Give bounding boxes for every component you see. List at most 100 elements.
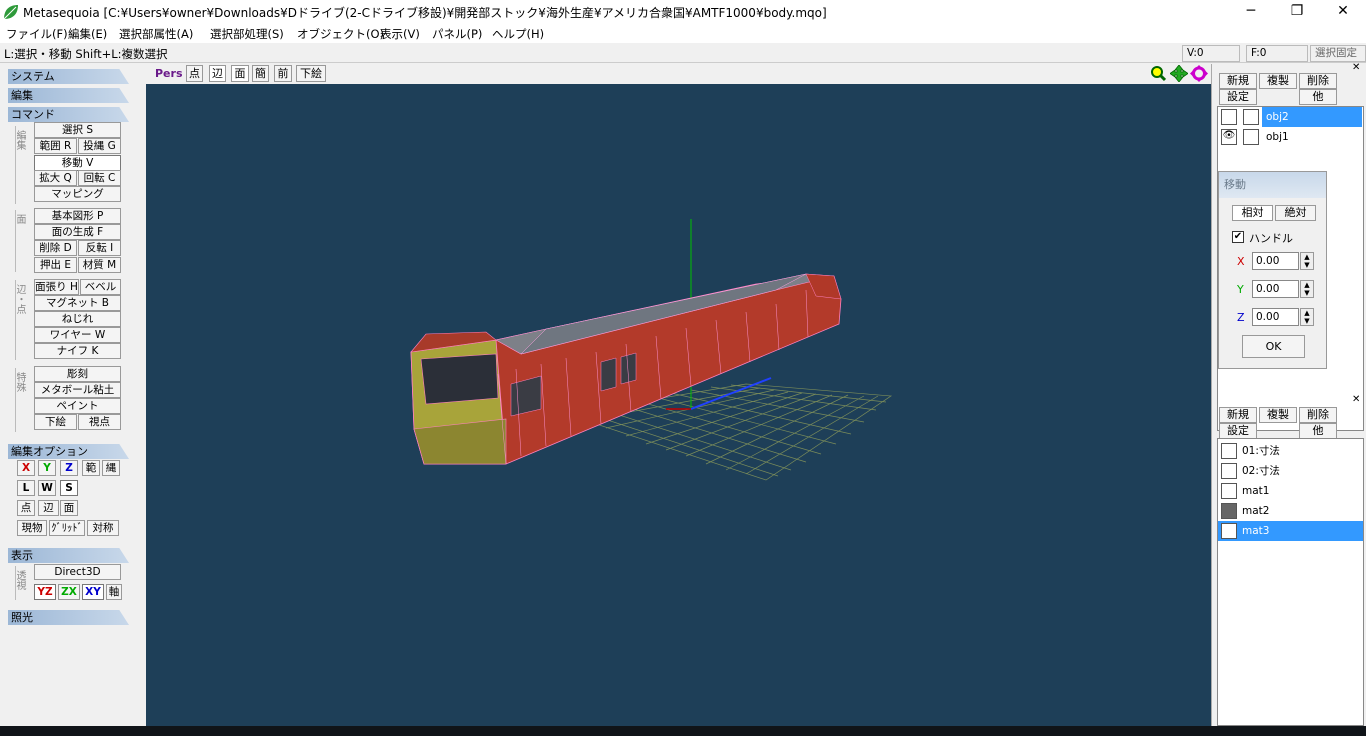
x-spinner[interactable]: ▲ ▼ (1300, 252, 1314, 270)
select-lock-button[interactable]: 選択固定 (1310, 45, 1366, 62)
viewpoint-button[interactable]: 視点 (78, 414, 121, 430)
extrude-button[interactable]: 押出 E (34, 257, 77, 273)
lock-toggle[interactable] (1243, 109, 1259, 125)
vp-point-button[interactable]: 点 (186, 65, 203, 82)
axis-z-lock[interactable]: Z (60, 460, 78, 476)
ok-button[interactable]: OK (1242, 335, 1305, 358)
3d-viewport[interactable] (146, 84, 1211, 726)
lock-toggle[interactable] (1243, 129, 1259, 145)
object-name[interactable]: obj2 (1262, 107, 1362, 127)
menu-file[interactable]: ファイル(F) (6, 26, 68, 42)
eye-icon[interactable]: 👁 (1221, 129, 1237, 145)
z-spinner[interactable]: ▲ ▼ (1300, 308, 1314, 326)
menu-selection-process[interactable]: 選択部処理(S) (210, 26, 284, 42)
material-row-selected[interactable]: mat3 (1218, 521, 1363, 541)
view-yz-button[interactable]: YZ (34, 584, 56, 600)
object-new-button[interactable]: 新規 (1219, 73, 1257, 89)
object-other-button[interactable]: 他 (1299, 89, 1337, 105)
section-edit-options[interactable]: 編集オプション (8, 444, 129, 459)
direct3d-button[interactable]: Direct3D (34, 564, 121, 580)
invert-button[interactable]: 反転 I (78, 240, 121, 256)
object-delete-button[interactable]: 削除 (1299, 73, 1337, 89)
axis-display-button[interactable]: 軸 (106, 584, 122, 600)
object-settings-button[interactable]: 設定 (1219, 89, 1257, 105)
z-input[interactable]: 0.00 (1252, 308, 1299, 326)
range-button[interactable]: 範囲 R (34, 138, 77, 154)
point-mode-button[interactable]: 点 (17, 500, 35, 516)
view-zx-button[interactable]: ZX (58, 584, 80, 600)
twist-button[interactable]: ねじれ (34, 311, 121, 327)
stretch-button[interactable]: 面張り H (34, 279, 79, 295)
pan-icon[interactable] (1170, 65, 1188, 82)
range-mode[interactable]: 範 (82, 460, 100, 476)
object-panel-close-icon[interactable]: ✕ (1352, 62, 1360, 73)
edge-mode-button[interactable]: 辺 (38, 500, 59, 516)
menu-object[interactable]: オブジェクト(O) (297, 26, 384, 42)
material-row[interactable]: 02:寸法 (1218, 461, 1363, 481)
material-row[interactable]: mat2 (1218, 501, 1363, 521)
material-new-button[interactable]: 新規 (1219, 407, 1257, 423)
object-duplicate-button[interactable]: 複製 (1259, 73, 1297, 89)
vp-face-button[interactable]: 面 (231, 65, 249, 82)
magnet-button[interactable]: マグネット B (34, 295, 121, 311)
lasso-mode[interactable]: 縄 (102, 460, 120, 476)
menu-help[interactable]: ヘルプ(H) (492, 26, 544, 42)
menu-edit[interactable]: 編集(E) (68, 26, 107, 42)
sculpt-button[interactable]: 彫刻 (34, 366, 121, 382)
menu-panel[interactable]: パネル(P) (432, 26, 482, 42)
symmetry-button[interactable]: 対称 (87, 520, 119, 536)
move-panel-title[interactable]: 移動 (1219, 172, 1326, 198)
minimize-button[interactable]: ─ (1228, 0, 1274, 24)
material-row[interactable]: 01:寸法 (1218, 441, 1363, 461)
x-input[interactable]: 0.00 (1252, 252, 1299, 270)
material-settings-button[interactable]: 設定 (1219, 423, 1257, 439)
world-coord-button[interactable]: W (38, 480, 56, 496)
maximize-button[interactable]: ❐ (1274, 0, 1320, 24)
wire-button[interactable]: ワイヤー W (34, 327, 121, 343)
axis-x-lock[interactable]: X (17, 460, 35, 476)
rotate-button[interactable]: 回転 C (78, 170, 121, 186)
section-display[interactable]: 表示 (8, 548, 129, 563)
primitive-button[interactable]: 基本図形 P (34, 208, 121, 224)
relative-button[interactable]: 相対 (1232, 205, 1273, 221)
material-row[interactable]: mat1 (1218, 481, 1363, 501)
face-mode-button[interactable]: 面 (60, 500, 78, 516)
paint-button[interactable]: ペイント (34, 398, 121, 414)
view-xy-button[interactable]: XY (82, 584, 104, 600)
local-coord-button[interactable]: L (17, 480, 35, 496)
locomotive-model[interactable] (410, 273, 842, 465)
section-edit[interactable]: 編集 (8, 88, 129, 103)
vp-front-button[interactable]: 前 (274, 65, 292, 82)
object-row-obj1[interactable]: 👁 obj1 (1218, 127, 1363, 147)
material-button[interactable]: 材質 M (78, 257, 121, 273)
menu-selection-attr[interactable]: 選択部属性(A) (119, 26, 193, 42)
material-panel-close-icon[interactable]: ✕ (1352, 394, 1360, 405)
y-input[interactable]: 0.00 (1252, 280, 1299, 298)
rotate-view-icon[interactable] (1190, 65, 1208, 82)
section-lighting[interactable]: 照光 (8, 610, 129, 625)
section-command[interactable]: コマンド (8, 107, 129, 122)
mapping-button[interactable]: マッピング (34, 186, 121, 202)
perspective-label[interactable]: Pers (155, 67, 183, 80)
visibility-toggle[interactable] (1221, 109, 1237, 125)
current-object-button[interactable]: 現物 (17, 520, 47, 536)
vp-edge-button[interactable]: 辺 (209, 65, 226, 82)
material-duplicate-button[interactable]: 複製 (1259, 407, 1297, 423)
handle-checkbox[interactable]: ✔ (1232, 231, 1244, 243)
object-name[interactable]: obj1 (1266, 127, 1289, 147)
axis-y-lock[interactable]: Y (38, 460, 56, 476)
select-button[interactable]: 選択 S (34, 122, 121, 138)
grid-snap-button[interactable]: ｸﾞﾘｯﾄﾞ (49, 520, 85, 536)
knife-button[interactable]: ナイフ K (34, 343, 121, 359)
zoom-icon[interactable] (1150, 65, 1166, 82)
delete-button[interactable]: 削除 D (34, 240, 77, 256)
scale-button[interactable]: 拡大 Q (34, 170, 77, 186)
y-spinner[interactable]: ▲ ▼ (1300, 280, 1314, 298)
menu-view[interactable]: 表示(V) (380, 26, 420, 42)
material-delete-button[interactable]: 削除 (1299, 407, 1337, 423)
move-button[interactable]: 移動 V (34, 155, 121, 171)
screen-coord-button[interactable]: S (60, 480, 78, 496)
lasso-button[interactable]: 投縄 G (78, 138, 121, 154)
object-row-obj2[interactable]: obj2 (1218, 107, 1363, 127)
scene-canvas[interactable] (146, 84, 1211, 726)
